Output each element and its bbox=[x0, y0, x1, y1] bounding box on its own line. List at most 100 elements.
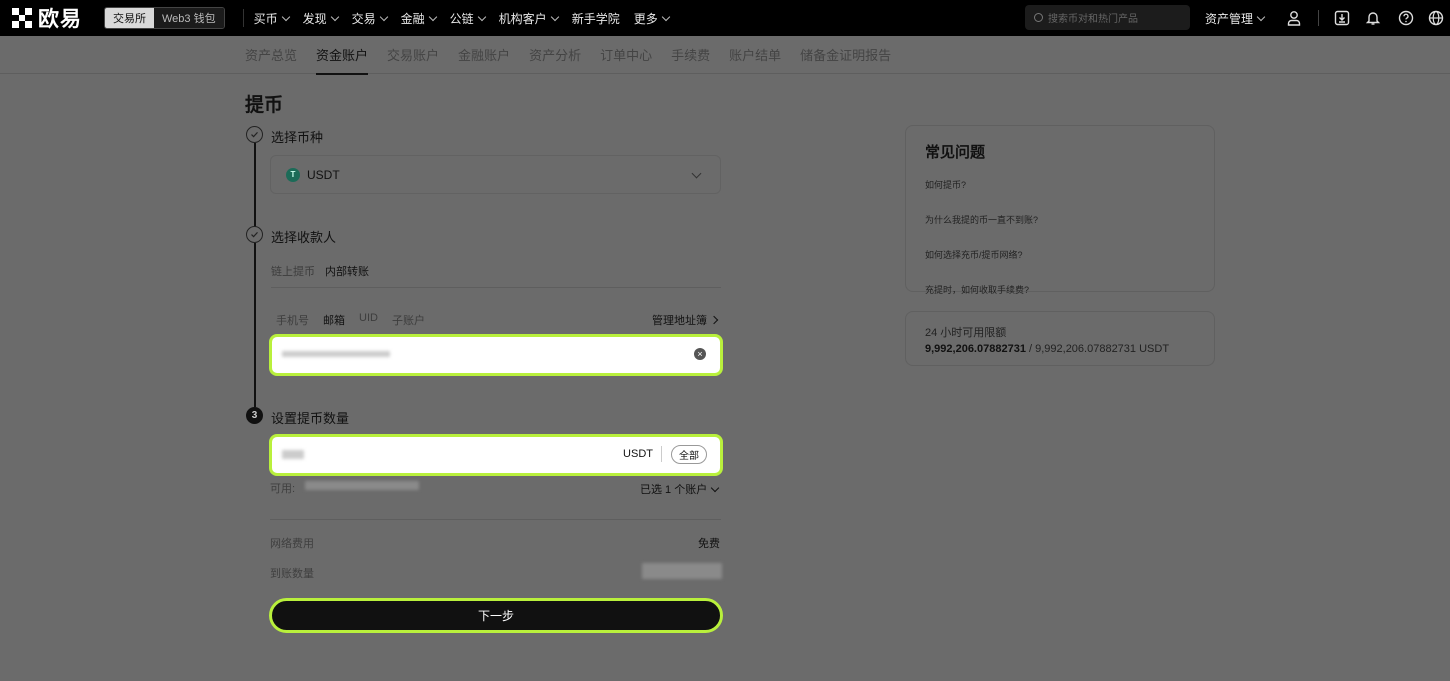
nav-discover[interactable]: 发现 bbox=[303, 10, 339, 27]
chevron-right-icon bbox=[709, 315, 719, 325]
nav-trade[interactable]: 交易 bbox=[352, 10, 388, 27]
tab-asset-analysis[interactable]: 资产分析 bbox=[529, 36, 581, 74]
selected-coin: USDT bbox=[307, 167, 340, 182]
receive-amount-label: 到账数量 bbox=[270, 568, 314, 580]
divider bbox=[242, 9, 244, 27]
divider bbox=[1318, 10, 1319, 26]
tab-funding-account[interactable]: 资金账户 bbox=[316, 36, 369, 75]
tab-onchain-withdraw[interactable]: 链上提币 bbox=[271, 263, 315, 288]
tab-asset-overview[interactable]: 资产总览 bbox=[245, 36, 297, 74]
available-label: 可用: bbox=[270, 483, 296, 495]
redacted-amount bbox=[282, 450, 304, 459]
step-connector bbox=[254, 243, 256, 407]
search-input[interactable]: 搜索币对和热门产品 bbox=[1025, 5, 1190, 30]
tab-email[interactable]: 邮箱 bbox=[323, 312, 345, 328]
network-fee-label: 网络费用 bbox=[270, 538, 314, 550]
limit-label: 24 小时可用限额 bbox=[925, 327, 1007, 339]
nav-more[interactable]: 更多 bbox=[634, 10, 670, 27]
usdt-icon: T bbox=[286, 167, 300, 182]
nav-institutional[interactable]: 机构客户 bbox=[499, 10, 559, 27]
chevron-down-icon bbox=[428, 12, 437, 21]
chevron-down-icon bbox=[710, 483, 720, 492]
next-step-button[interactable]: 下一步 bbox=[269, 598, 723, 633]
step-select-coin-label: 选择币种 bbox=[271, 130, 324, 145]
withdraw-amount-input[interactable]: USDT 全部 bbox=[269, 434, 723, 476]
tab-internal-transfer[interactable]: 内部转账 bbox=[325, 263, 369, 288]
logo-mark-icon bbox=[12, 8, 32, 28]
faq-title: 常见问题 bbox=[925, 144, 986, 161]
chevron-down-icon bbox=[661, 12, 670, 21]
chevron-down-icon bbox=[691, 168, 702, 179]
user-icon[interactable] bbox=[1285, 9, 1303, 27]
step-done-check-icon bbox=[246, 126, 263, 143]
okx-logo[interactable]: 欧易 bbox=[12, 3, 82, 33]
chevron-down-icon bbox=[379, 12, 388, 21]
recipient-email-input[interactable]: × bbox=[269, 334, 723, 376]
tab-fees[interactable]: 手续费 bbox=[671, 36, 710, 74]
help-icon[interactable] bbox=[1397, 9, 1415, 27]
chevron-down-icon bbox=[330, 12, 339, 21]
divider bbox=[270, 519, 721, 520]
coin-select-dropdown[interactable]: T USDT bbox=[270, 155, 721, 194]
address-book-label: 管理地址簿 bbox=[652, 315, 707, 327]
tab-trading-account[interactable]: 交易账户 bbox=[387, 36, 439, 74]
tab-finance-account[interactable]: 金融账户 bbox=[458, 36, 510, 74]
manage-address-book-link[interactable]: 管理地址簿 bbox=[652, 312, 719, 328]
chevron-down-icon bbox=[1256, 12, 1266, 22]
web3-wallet-switch-tab[interactable]: Web3 钱包 bbox=[154, 8, 224, 28]
page-title: 提币 bbox=[245, 95, 284, 116]
nav-chain[interactable]: 公链 bbox=[450, 10, 486, 27]
faq-link[interactable]: 如何选择充币/提币网络? bbox=[925, 248, 1195, 261]
chevron-down-icon bbox=[477, 12, 486, 21]
nav-buy-crypto[interactable]: 买币 bbox=[254, 10, 290, 27]
step-number-badge: 3 bbox=[246, 407, 263, 424]
step-done-check-icon bbox=[246, 226, 263, 243]
amount-unit: USDT bbox=[623, 448, 653, 460]
network-fee-value: 免费 bbox=[698, 538, 720, 550]
redacted-email bbox=[282, 351, 390, 357]
tab-statements[interactable]: 账户结单 bbox=[729, 36, 781, 74]
globe-icon[interactable] bbox=[1427, 9, 1445, 27]
withdraw-limit-card: 24 小时可用限额 9,992,206.07882731 / 9,992,206… bbox=[905, 311, 1215, 366]
redacted-receive-amount bbox=[642, 563, 722, 579]
max-amount-button[interactable]: 全部 bbox=[671, 445, 707, 464]
faq-link[interactable]: 如何提币? bbox=[925, 178, 1195, 191]
download-icon[interactable] bbox=[1333, 9, 1351, 27]
chevron-down-icon bbox=[281, 12, 290, 21]
divider bbox=[271, 287, 721, 288]
platform-switch: 交易所 Web3 钱包 bbox=[104, 7, 225, 29]
faq-card: 常见问题 如何提币? 为什么我提的币一直不到账? 如何选择充币/提币网络? 充提… bbox=[905, 125, 1215, 295]
faq-link[interactable]: 充提时，如何收取手续费? bbox=[925, 283, 1195, 296]
clear-input-icon[interactable]: × bbox=[694, 348, 706, 360]
limit-available-value: 9,992,206.07882731 bbox=[925, 343, 1026, 355]
step-connector bbox=[254, 143, 256, 235]
bell-icon[interactable] bbox=[1364, 9, 1382, 27]
faq-link[interactable]: 为什么我提的币一直不到账? bbox=[925, 213, 1195, 226]
exchange-switch-tab[interactable]: 交易所 bbox=[105, 8, 154, 28]
withdraw-type-tabs: 链上提币 内部转账 bbox=[271, 263, 379, 288]
tab-order-center[interactable]: 订单中心 bbox=[600, 36, 652, 74]
search-placeholder: 搜索币对和热门产品 bbox=[1048, 14, 1138, 25]
tab-phone[interactable]: 手机号 bbox=[276, 312, 309, 328]
tab-proof-of-reserves[interactable]: 储备金证明报告 bbox=[800, 36, 891, 74]
recipient-type-tabs: 手机号 邮箱 UID 子账户 bbox=[276, 312, 439, 328]
limit-value-row: 9,992,206.07882731 / 9,992,206.07882731 … bbox=[925, 343, 1195, 355]
limit-total-value: / 9,992,206.07882731 USDT bbox=[1025, 343, 1170, 355]
asset-management-menu[interactable]: 资产管理 bbox=[1205, 10, 1266, 27]
step-set-amount-label: 设置提币数量 bbox=[271, 411, 350, 426]
chevron-down-icon bbox=[550, 12, 559, 21]
asset-management-label: 资产管理 bbox=[1205, 12, 1254, 26]
step-select-recipient-label: 选择收款人 bbox=[271, 230, 337, 245]
top-navigation-bar: 欧易 交易所 Web3 钱包 买币 发现 交易 金融 公链 机构客户 新手学院 … bbox=[0, 0, 1450, 36]
selected-accounts-dropdown[interactable]: 已选 1 个账户 bbox=[640, 481, 720, 497]
nav-academy[interactable]: 新手学院 bbox=[572, 10, 620, 27]
nav-finance[interactable]: 金融 bbox=[401, 10, 437, 27]
search-icon bbox=[1034, 13, 1043, 22]
tab-uid[interactable]: UID bbox=[359, 312, 378, 328]
asset-subnav: 资产总览 资金账户 交易账户 金融账户 资产分析 订单中心 手续费 账户结单 储… bbox=[0, 36, 1450, 75]
logo-text: 欧易 bbox=[38, 8, 82, 31]
divider bbox=[661, 446, 662, 462]
redacted-available-balance bbox=[305, 481, 419, 490]
tab-sub-account[interactable]: 子账户 bbox=[392, 312, 425, 328]
main-nav: 买币 发现 交易 金融 公链 机构客户 新手学院 更多 bbox=[254, 10, 683, 27]
